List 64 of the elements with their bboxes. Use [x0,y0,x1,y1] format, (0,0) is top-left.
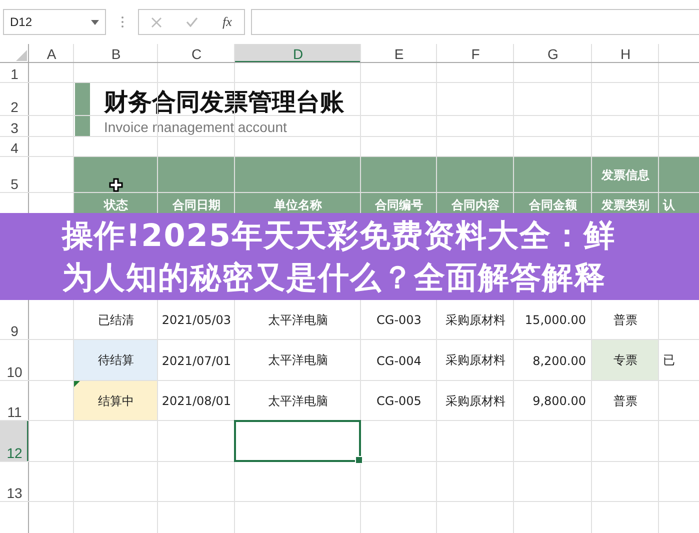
table-cell-text: 2021/05/03 [160,312,232,329]
cell-reference: D12 [10,15,32,29]
table-cell: 专票 [592,340,659,381]
column-title: 合同编号 [374,197,424,214]
table-cell-text: 普票 [612,312,638,328]
table-cell: 待结算 [74,340,158,381]
sheet-subtitle: Invoice management account [104,118,288,137]
more-icon[interactable] [121,16,124,28]
table-cell-text: 太平洋电脑 [267,392,329,410]
table-cell-text: 太平洋电脑 [267,312,329,328]
table-cell-text: 2021/07/01 [160,352,232,370]
column-header[interactable]: B [74,44,158,63]
column-title: 状态 [102,197,129,214]
insert-function-button[interactable]: fx [222,14,232,30]
table-cell-text: CG-003 [376,312,422,329]
row-header[interactable]: 2 [0,83,29,116]
column-header[interactable]: E [361,44,437,63]
column-header[interactable]: A [29,44,74,63]
table-cell-text: 太平洋电脑 [267,352,329,369]
table-cell-text: 采购原材料 [444,352,506,369]
cancel-icon[interactable] [151,16,162,28]
table-cell-text: 采购原材料 [444,392,506,410]
check-icon[interactable] [186,17,198,27]
column-header[interactable]: D [235,44,361,63]
table-cell-text: CG-005 [376,393,422,410]
row-header[interactable]: 9 [0,300,29,340]
column-header[interactable]: F [437,44,514,63]
table-cell-text: 普票 [612,392,638,410]
column-header[interactable]: C [158,44,235,63]
row-header[interactable]: 4 [0,137,29,157]
column-title: 合同金额 [528,197,578,214]
table-cell-text: CG-004 [376,352,422,370]
selected-cell[interactable] [234,420,361,462]
row-header[interactable]: 5 [0,157,29,193]
fill-handle[interactable] [355,456,363,464]
column-title: 发票类别 [600,197,650,214]
name-box[interactable]: D12 [3,9,106,35]
column-header[interactable]: G [514,44,592,63]
table-cell: 结算中 [74,381,158,421]
column-title: 合同日期 [172,197,222,214]
column-header[interactable]: H [592,44,659,63]
table-cell-text: 已 [662,352,676,369]
table-cell-text: 15,000.00 [524,312,587,329]
row-header[interactable]: 10 [0,340,29,381]
table-cell-text: 9,800.00 [532,393,587,410]
select-all-icon[interactable] [16,50,27,61]
headline-text: 操作!2025年天天彩免费资料大全：鲜为人知的秘密又是什么？全面解答解释 [62,217,616,298]
row-header[interactable]: 1 [0,63,29,83]
row-header[interactable]: 11 [0,381,29,421]
row-header[interactable]: 3 [0,116,29,137]
row-header[interactable]: 13 [0,462,29,502]
column-title: 单位名称 [273,197,323,214]
table-cell-text: 8,200.00 [532,352,587,370]
move-cursor-icon [109,178,123,192]
table-cell-text: 2021/08/01 [160,393,232,410]
table-cell-text: 采购原材料 [444,312,506,328]
column-title: 合同内容 [450,197,500,214]
accent-bar [75,83,90,137]
group-header: 发票信息 [600,166,650,184]
formula-input[interactable] [251,9,699,35]
column-title: 认 [662,197,676,214]
row-header[interactable]: 12 [0,421,29,462]
table-cell-text: 已结清 [97,312,135,328]
caret-icon[interactable] [91,20,99,24]
